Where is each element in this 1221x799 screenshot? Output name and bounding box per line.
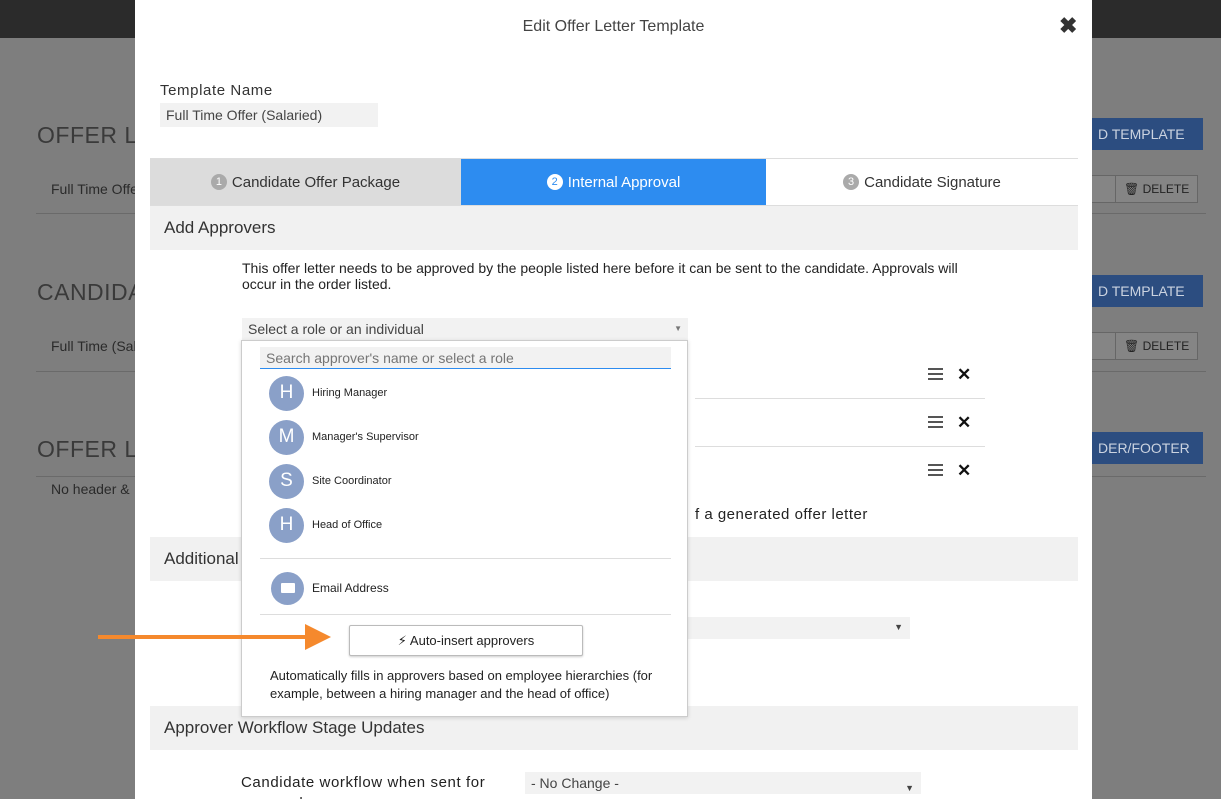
remove-approver-icon[interactable]: ✕ [957,413,971,433]
bg-delete-label: DELETE [1142,339,1190,353]
lightning-bolt-icon: ⚡︎ [397,632,407,648]
add-approvers-heading: Add Approvers [150,206,1078,250]
caret-down-icon: ▼ [674,324,682,333]
dropdown-item-email-address[interactable]: Email Address [271,570,671,606]
approval-description: This offer letter needs to be approved b… [242,260,958,292]
avatar: S [269,463,304,499]
step-number: 2 [546,174,563,190]
auto-insert-description: Automatically fills in approvers based o… [270,668,653,701]
role-select-placeholder: Select a role or an individual [248,321,424,337]
remove-approver-icon[interactable]: ✕ [957,461,971,481]
bg-delete-button[interactable]: 🗑 DELETE [1115,332,1199,360]
dropdown-item-label: Hiring Manager [312,387,388,399]
tab-label: Candidate Offer Package [231,173,401,191]
dropdown-item-label: Email Address [312,581,389,595]
email-icon [271,571,304,605]
bg-delete-label: DELETE [1142,182,1190,196]
dropdown-divider [260,614,671,615]
auto-insert-label: Auto-insert approvers [409,633,535,648]
bg-header-footer-button[interactable]: DER/FOOTER [1092,432,1203,464]
dropdown-item-hiring-manager[interactable]: H Hiring Manager [269,375,669,411]
bg-row-offer: Full Time Offe [51,181,138,197]
drag-handle-icon[interactable] [928,416,943,431]
step-number: 1 [210,174,227,190]
approver-row-divider [695,398,985,399]
approver-row-divider [695,446,985,447]
annotation-arrow-head [305,624,331,650]
avatar: M [269,419,304,455]
candidate-workflow-value: - No Change - [531,775,619,791]
close-icon[interactable]: ✖ [1059,13,1077,39]
step-tabs: 1 Candidate Offer Package 2 Internal App… [150,158,1078,206]
role-select[interactable]: Select a role or an individual ▼ [242,318,688,340]
trash-icon: 🗑 [1124,182,1140,196]
generated-offer-text: f a generated offer letter [695,506,868,523]
annotation-arrow [98,635,308,639]
bg-heading-candidate: CANDIDA [37,279,145,305]
avatar: H [269,507,304,543]
tab-label: Internal Approval [567,173,681,191]
step-number: 3 [843,174,860,190]
template-name-label: Template Name [160,82,273,99]
dropdown-item-head-of-office[interactable]: H Head of Office [269,507,669,543]
dropdown-item-managers-supervisor[interactable]: M Manager's Supervisor [269,419,669,455]
template-name-input[interactable] [160,103,378,127]
tab-candidate-offer-package[interactable]: 1 Candidate Offer Package [150,159,461,205]
avatar: H [269,375,304,411]
candidate-workflow-select[interactable]: - No Change - ▼ [525,772,921,794]
bg-add-template-button[interactable]: D TEMPLATE [1092,118,1203,150]
tab-internal-approval[interactable]: 2 Internal Approval [461,159,766,205]
caret-down-icon: ▼ [905,783,914,793]
drag-handle-icon[interactable] [928,368,943,383]
bg-row-header: No header & [51,481,130,497]
dropdown-divider [260,558,671,559]
dropdown-item-label: Manager's Supervisor [312,431,419,443]
trash-icon: 🗑 [1124,339,1140,353]
dropdown-item-label: Head of Office [312,519,383,531]
remove-approver-icon[interactable]: ✕ [957,365,971,385]
dropdown-item-site-coordinator[interactable]: S Site Coordinator [269,463,669,499]
auto-insert-approvers-button[interactable]: ⚡︎ Auto-insert approvers [349,625,583,656]
bg-add-template-button[interactable]: D TEMPLATE [1092,275,1203,307]
candidate-workflow-label: Candidate workflow when sent for approva… [241,774,486,799]
additional-select[interactable]: ▼ [688,617,910,639]
dropdown-item-label: Site Coordinator [312,475,392,487]
modal-title: Edit Offer Letter Template [522,18,705,35]
bg-delete-button[interactable]: 🗑 DELETE [1115,175,1199,203]
approver-dropdown: H Hiring Manager M Manager's Supervisor … [241,340,688,717]
tab-candidate-signature[interactable]: 3 Candidate Signature [766,159,1078,205]
bg-row-candidate: Full Time (Sal [51,338,137,354]
drag-handle-icon[interactable] [928,464,943,479]
tab-label: Candidate Signature [864,173,1001,191]
caret-down-icon: ▼ [894,622,903,632]
approver-search-input[interactable] [260,347,671,369]
